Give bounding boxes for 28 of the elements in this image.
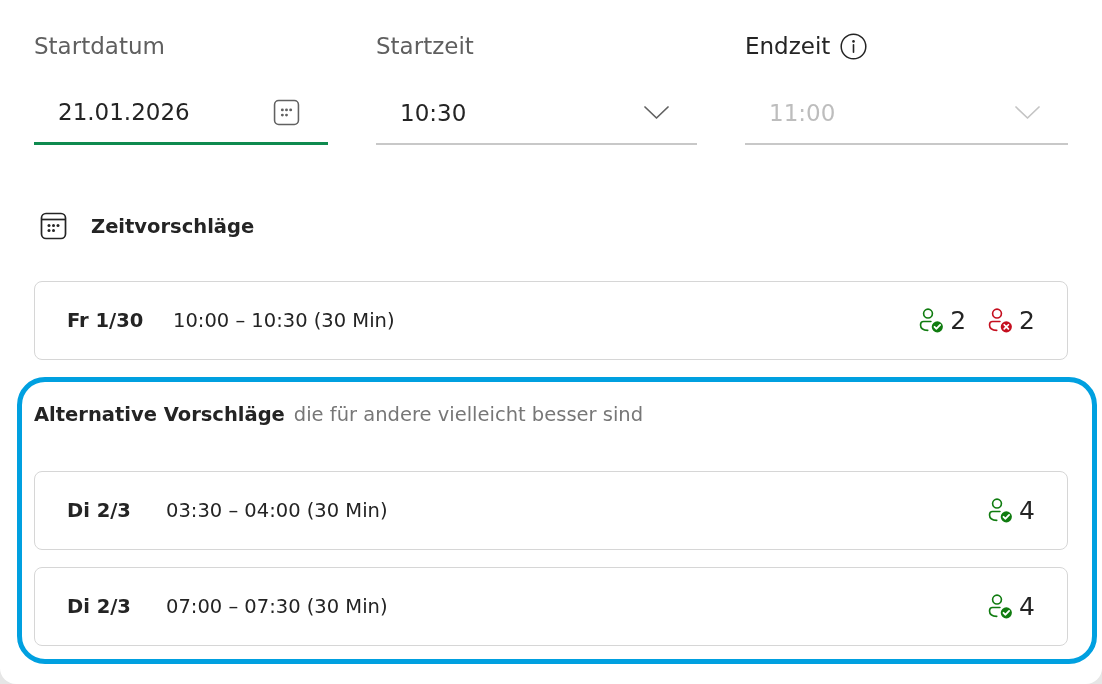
person-check-icon (988, 594, 1014, 619)
suggestion-card[interactable]: Fr 1/30 10:00 – 10:30 (30 Min) 2 2 (34, 281, 1068, 360)
day-label: Fr 1/30 (67, 309, 145, 332)
section-title: Alternative Vorschläge (34, 403, 285, 426)
attendee-count: 2 (1019, 306, 1035, 335)
person-x-icon (988, 308, 1014, 333)
field-label: Endzeit (745, 33, 831, 59)
person-check-icon (919, 308, 945, 333)
chevron-down-icon[interactable] (644, 106, 669, 119)
attendee-count: 4 (1019, 592, 1035, 621)
time-range: 03:30 – 04:00 (30 Min) (166, 499, 388, 522)
person-check-icon (988, 498, 1014, 523)
time-range: 10:00 – 10:30 (30 Min) (173, 309, 395, 332)
attendee-count: 2 (950, 306, 967, 335)
attendee-count: 4 (1019, 496, 1035, 525)
field-label: Startzeit (376, 33, 474, 59)
time-range: 07:00 – 07:30 (30 Min) (166, 595, 388, 618)
suggestion-card[interactable]: Di 2/3 07:00 – 07:30 (30 Min) 4 (34, 567, 1068, 646)
day-label: Di 2/3 (67, 499, 132, 522)
calendar-icon[interactable] (273, 98, 300, 126)
section-subtitle: die für andere vielleicht besser sind (293, 403, 644, 426)
date-input[interactable]: 21.01.2026 (34, 82, 328, 145)
suggestion-card[interactable]: Di 2/3 03:30 – 04:00 (30 Min) 4 (34, 471, 1068, 550)
time-dropdown[interactable]: 10:30 (376, 82, 697, 145)
day-label: Di 2/3 (67, 595, 132, 618)
section-title: Zeitvorschläge (91, 214, 255, 238)
field-label: Startdatum (34, 33, 165, 59)
calendar-icon (40, 212, 67, 240)
